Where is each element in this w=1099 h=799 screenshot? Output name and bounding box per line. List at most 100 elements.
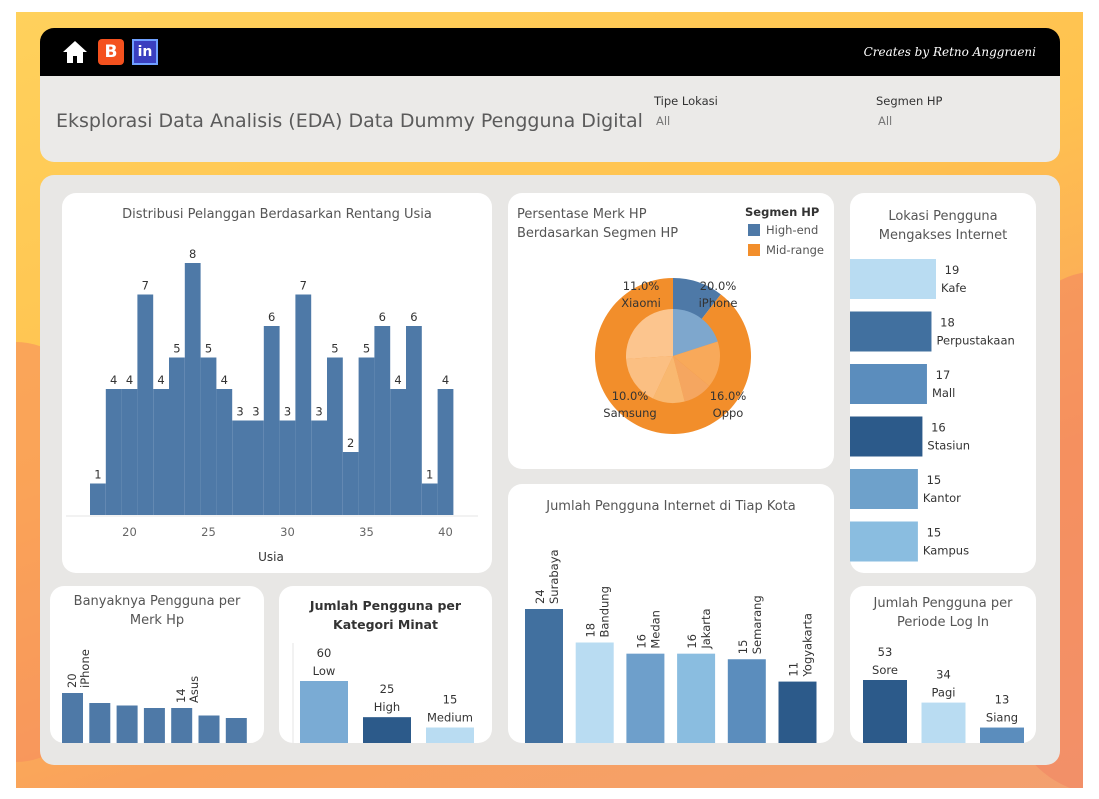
bar xyxy=(279,420,296,515)
card-merk: Banyaknya Pengguna per Merk Hp 20 iPhone 1… xyxy=(50,586,264,743)
bar-label: 5 xyxy=(331,342,338,356)
bar-label: 4 xyxy=(442,373,449,387)
bar-value-label: 15 xyxy=(443,693,458,707)
filter-value[interactable]: All xyxy=(878,114,1036,128)
bar xyxy=(295,294,312,515)
card-periode: Jumlah Pengguna per Periode Log In 53 Sor… xyxy=(850,586,1036,743)
bar xyxy=(374,326,391,515)
bar-label: 6 xyxy=(379,310,386,324)
bar-category-label: Bandung xyxy=(598,586,612,637)
card-minat: Jumlah Pengguna per Kategori Minat 60 Low… xyxy=(279,586,492,743)
bar xyxy=(426,727,474,743)
bar-label: 5 xyxy=(363,342,370,356)
card-usia: Distribusi Pelanggan Berdasarkan Rentang… xyxy=(62,193,492,573)
bar xyxy=(863,680,907,743)
periode-bar-chart[interactable]: 53 Sore 34 Pagi 13 Siang xyxy=(850,586,1036,743)
bar xyxy=(406,326,422,515)
bar xyxy=(90,483,106,515)
bar-value-label: 16 xyxy=(685,634,699,649)
bar-category-label: Kafe xyxy=(941,281,967,295)
bar-label: 2 xyxy=(347,436,354,450)
bar-category-label: Siang xyxy=(986,711,1018,725)
bar-label: 4 xyxy=(110,373,117,387)
x-tick-label: 20 xyxy=(122,525,137,539)
bar xyxy=(850,469,918,509)
bar xyxy=(171,708,193,743)
bar-value-label: 53 xyxy=(878,645,893,659)
minat-bar-chart[interactable]: 60 Low 25 High 15 Medium xyxy=(279,586,492,743)
bar xyxy=(216,389,233,515)
slice-pct-label: 20.0% xyxy=(700,279,737,293)
bar xyxy=(121,389,138,515)
filter-tipe-lokasi[interactable]: Tipe Lokasi All xyxy=(654,94,834,128)
bar-value-label: 11 xyxy=(787,662,801,677)
bar-label: 5 xyxy=(173,342,180,356)
bar xyxy=(198,715,220,743)
bar xyxy=(727,659,766,743)
bar-value-label: 20 xyxy=(65,673,79,688)
filter-segmen-hp[interactable]: Segmen HP All xyxy=(876,94,1036,128)
bar xyxy=(850,364,927,404)
bar-category-label: Semarang xyxy=(750,595,764,654)
page-title: Eksplorasi Data Analisis (EDA) Data Dumm… xyxy=(56,110,643,132)
merk-bar-chart[interactable]: 20 iPhone 14 Asus xyxy=(50,586,264,743)
bar xyxy=(575,642,614,743)
x-tick-label: 25 xyxy=(201,525,216,539)
filter-label: Segmen HP xyxy=(876,94,943,108)
filter-value[interactable]: All xyxy=(656,114,834,128)
bar-category-label: Kampus xyxy=(923,544,969,558)
usia-histogram[interactable]: 14 47458543 363735256461420 25 30 35 40Usia xyxy=(62,193,492,573)
bar-category-label: Medium xyxy=(427,711,473,725)
bar-label: 1 xyxy=(94,468,101,482)
bar-value-label: 24 xyxy=(533,589,547,604)
slice-pct-label: 10.0% xyxy=(612,389,649,403)
bar xyxy=(850,416,923,457)
blogger-icon[interactable]: B xyxy=(98,39,124,65)
linkedin-icon[interactable]: in xyxy=(132,39,158,65)
lokasi-bar-chart[interactable]: 19 Kafe 18 Perpustakaan 17 Mall 16 Stasiun 15 Kan… xyxy=(850,193,1036,573)
bar-category-label: High xyxy=(374,700,400,714)
bar-value-label: 15 xyxy=(736,640,750,655)
bar-value-label: 60 xyxy=(317,646,332,660)
bar xyxy=(153,389,169,515)
filter-label: Tipe Lokasi xyxy=(654,94,718,108)
bar-label: 4 xyxy=(221,373,228,387)
bar xyxy=(850,259,936,299)
bar xyxy=(342,452,359,515)
bar xyxy=(980,727,1024,743)
bar-label: 6 xyxy=(268,310,275,324)
bar xyxy=(327,357,343,515)
bar-value-label: 18 xyxy=(584,623,598,638)
bar xyxy=(437,389,454,515)
merk-segmen-pie[interactable]: 20.0% iPhone 16.0% Oppo 10.0% Samsung 11.0% Xia… xyxy=(508,193,834,469)
bar xyxy=(248,420,264,515)
slice-name-label: iPhone xyxy=(699,296,738,310)
bar xyxy=(169,357,185,515)
bar xyxy=(184,263,201,515)
bar xyxy=(232,420,248,515)
bar-value-label: 15 xyxy=(927,473,942,487)
bar xyxy=(263,326,280,515)
bar xyxy=(421,483,438,515)
bar-value-label: 13 xyxy=(995,693,1010,707)
bar-value-label: 16 xyxy=(634,634,648,649)
bar-category-label: Medan xyxy=(648,610,662,649)
card-merk-segmen: Persentase Merk HP Berdasarkan Segmen HP… xyxy=(508,193,834,469)
bar-label: 6 xyxy=(410,310,417,324)
bar-label: 8 xyxy=(189,247,196,261)
bar xyxy=(390,389,406,515)
bar xyxy=(116,705,138,743)
bar-label: 4 xyxy=(394,373,401,387)
bar-value-label: 15 xyxy=(927,526,942,540)
bar-category-label: Surabaya xyxy=(547,549,561,604)
card-kota: Jumlah Pengguna Internet di Tiap Kota 24… xyxy=(508,484,834,743)
header-panel: Eksplorasi Data Analisis (EDA) Data Dumm… xyxy=(40,76,1060,162)
kota-bar-chart[interactable]: 24 Surabaya18 Bandung16 Medan 16 Jakarta 15 Sem… xyxy=(508,484,834,743)
bar xyxy=(921,702,966,743)
bar-label: 4 xyxy=(126,373,133,387)
bar xyxy=(62,693,83,743)
home-icon[interactable] xyxy=(62,39,88,65)
bar xyxy=(358,357,375,515)
bar-category-label: Pagi xyxy=(932,686,956,700)
bar xyxy=(143,708,165,743)
